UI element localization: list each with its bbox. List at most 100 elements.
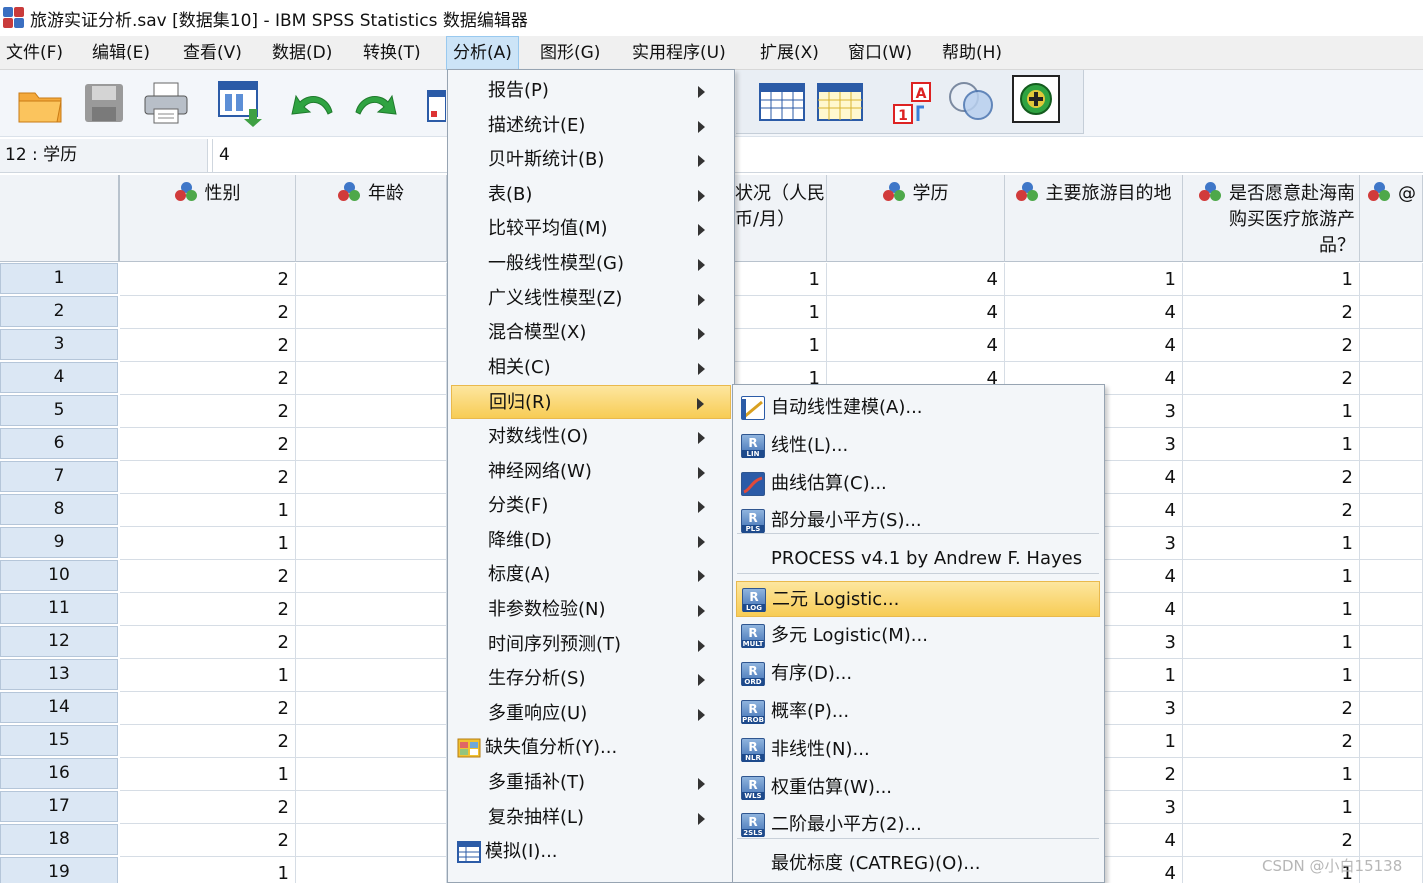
regression-menu-item[interactable]: R PROB 概率(P)... <box>736 694 1100 730</box>
recall-dialog-icon[interactable] <box>214 78 266 128</box>
regression-menu-item[interactable]: 曲线估算(C)... <box>736 466 1100 502</box>
table-cell[interactable] <box>296 791 447 824</box>
regression-menu-item[interactable]: R NLR 非线性(N)... <box>736 732 1100 768</box>
table-cell[interactable]: 2 <box>120 725 296 758</box>
table-cell[interactable]: 2 <box>120 824 296 857</box>
table-cell[interactable]: 2 <box>120 692 296 725</box>
table-cell[interactable]: 4 <box>1005 296 1183 329</box>
table-cell[interactable]: 4 <box>827 263 1005 296</box>
row-header[interactable]: 15 <box>0 725 118 756</box>
table-cell[interactable] <box>296 758 447 791</box>
row-header[interactable]: 16 <box>0 758 118 789</box>
regression-menu-item[interactable]: PROCESS v4.1 by Andrew F. Hayes <box>736 541 1100 577</box>
table-cell[interactable] <box>1360 494 1423 527</box>
table-cell[interactable] <box>1360 362 1423 395</box>
table-cell[interactable] <box>296 560 447 593</box>
menu-analyze[interactable]: 分析(A) <box>446 36 519 70</box>
table-cell[interactable]: 2 <box>1183 725 1360 758</box>
menu-file[interactable]: 文件(F) <box>0 36 69 70</box>
row-header[interactable]: 9 <box>0 527 118 558</box>
table-cell[interactable] <box>1360 626 1423 659</box>
table-cell[interactable] <box>1360 296 1423 329</box>
analyze-menu-item[interactable]: 非参数检验(N) <box>451 593 731 627</box>
table-cell[interactable]: 1 <box>735 329 827 362</box>
analyze-menu-item[interactable]: 生存分析(S) <box>451 662 731 696</box>
table-cell[interactable] <box>296 428 447 461</box>
row-header[interactable]: 5 <box>0 395 118 426</box>
row-header[interactable]: 1 <box>0 263 118 294</box>
table-cell[interactable]: 1 <box>1183 758 1360 791</box>
table-cell[interactable]: 2 <box>120 395 296 428</box>
extension-add-icon[interactable] <box>1010 74 1062 124</box>
table-cell[interactable] <box>1360 428 1423 461</box>
table-cell[interactable]: 1 <box>1183 560 1360 593</box>
regression-menu-item[interactable]: R LIN 线性(L)... <box>736 428 1100 464</box>
table-cell[interactable] <box>296 461 447 494</box>
table-cell[interactable]: 1 <box>120 527 296 560</box>
analyze-menu-item[interactable]: 多重响应(U) <box>451 697 731 731</box>
print-icon[interactable] <box>140 78 192 128</box>
table-cell[interactable]: 1 <box>1183 626 1360 659</box>
table-cell[interactable] <box>1360 263 1423 296</box>
table-cell[interactable]: 2 <box>1183 362 1360 395</box>
column-header[interactable]: 主要旅游目的地 <box>1005 175 1183 262</box>
analyze-menu-item[interactable]: 报告(P) <box>451 74 731 108</box>
analyze-menu-item[interactable]: 贝叶斯统计(B) <box>451 143 731 177</box>
table-cell[interactable] <box>296 593 447 626</box>
table-cell[interactable]: 2 <box>1183 692 1360 725</box>
row-header[interactable]: 7 <box>0 461 118 492</box>
table-cell[interactable]: 2 <box>120 593 296 626</box>
table-cell[interactable] <box>1360 560 1423 593</box>
menu-view[interactable]: 查看(V) <box>177 36 248 70</box>
row-header[interactable]: 12 <box>0 626 118 657</box>
table-cell[interactable] <box>1360 461 1423 494</box>
table-cell[interactable]: 1 <box>1005 263 1183 296</box>
table-cell[interactable]: 1 <box>120 494 296 527</box>
analyze-menu-item[interactable]: 模拟(I)... <box>451 835 731 869</box>
table-cell[interactable]: 2 <box>120 263 296 296</box>
table-cell[interactable] <box>296 626 447 659</box>
column-header[interactable]: 是否愿意赴海南 购买医疗旅游产 品？ <box>1183 175 1360 262</box>
table-cell[interactable]: 1 <box>1183 659 1360 692</box>
table-cell[interactable]: 2 <box>1183 329 1360 362</box>
goto-case-icon[interactable] <box>420 78 450 128</box>
table-cell[interactable]: 1 <box>1183 263 1360 296</box>
value-labels-grid-icon[interactable] <box>814 76 866 126</box>
table-cell[interactable]: 2 <box>120 791 296 824</box>
table-cell[interactable]: 2 <box>120 626 296 659</box>
table-cell[interactable] <box>296 857 447 883</box>
table-cell[interactable] <box>296 296 447 329</box>
analyze-menu-item[interactable]: 表(B) <box>451 178 731 212</box>
column-header[interactable]: @ <box>1360 175 1423 262</box>
regression-menu-item[interactable]: R WLS 权重估算(W)... <box>736 770 1100 806</box>
analyze-menu-item[interactable]: 对数线性(O) <box>451 420 731 454</box>
analyze-menu-item[interactable]: 复杂抽样(L) <box>451 801 731 835</box>
row-header[interactable]: 4 <box>0 362 118 393</box>
table-cell[interactable]: 2 <box>120 461 296 494</box>
table-cell[interactable] <box>296 725 447 758</box>
table-cell[interactable] <box>296 824 447 857</box>
undo-icon[interactable] <box>286 78 338 128</box>
open-folder-icon[interactable] <box>14 78 66 128</box>
analyze-menu-item[interactable]: 缺失值分析(Y)... <box>451 731 731 765</box>
table-cell[interactable] <box>1360 395 1423 428</box>
column-header[interactable]: 学历 <box>827 175 1005 262</box>
table-cell[interactable] <box>1360 824 1423 857</box>
row-header[interactable]: 2 <box>0 296 118 327</box>
analyze-menu-item[interactable]: 神经网络(W) <box>451 455 731 489</box>
save-icon[interactable] <box>78 78 130 128</box>
table-cell[interactable]: 2 <box>120 296 296 329</box>
analyze-menu-item[interactable]: 混合模型(X) <box>451 316 731 350</box>
table-cell[interactable] <box>296 494 447 527</box>
table-cell[interactable] <box>296 692 447 725</box>
cell-value-input[interactable]: 4 <box>212 139 452 172</box>
table-cell[interactable]: 4 <box>827 329 1005 362</box>
column-header[interactable]: 性别 <box>120 175 296 262</box>
table-cell[interactable] <box>296 362 447 395</box>
regression-menu-item[interactable]: R MULT 多元 Logistic(M)... <box>736 618 1100 654</box>
use-variable-sets-icon[interactable] <box>946 76 998 126</box>
table-cell[interactable]: 1 <box>1183 395 1360 428</box>
table-cell[interactable] <box>296 395 447 428</box>
row-header[interactable]: 13 <box>0 659 118 690</box>
table-cell[interactable]: 1 <box>735 296 827 329</box>
